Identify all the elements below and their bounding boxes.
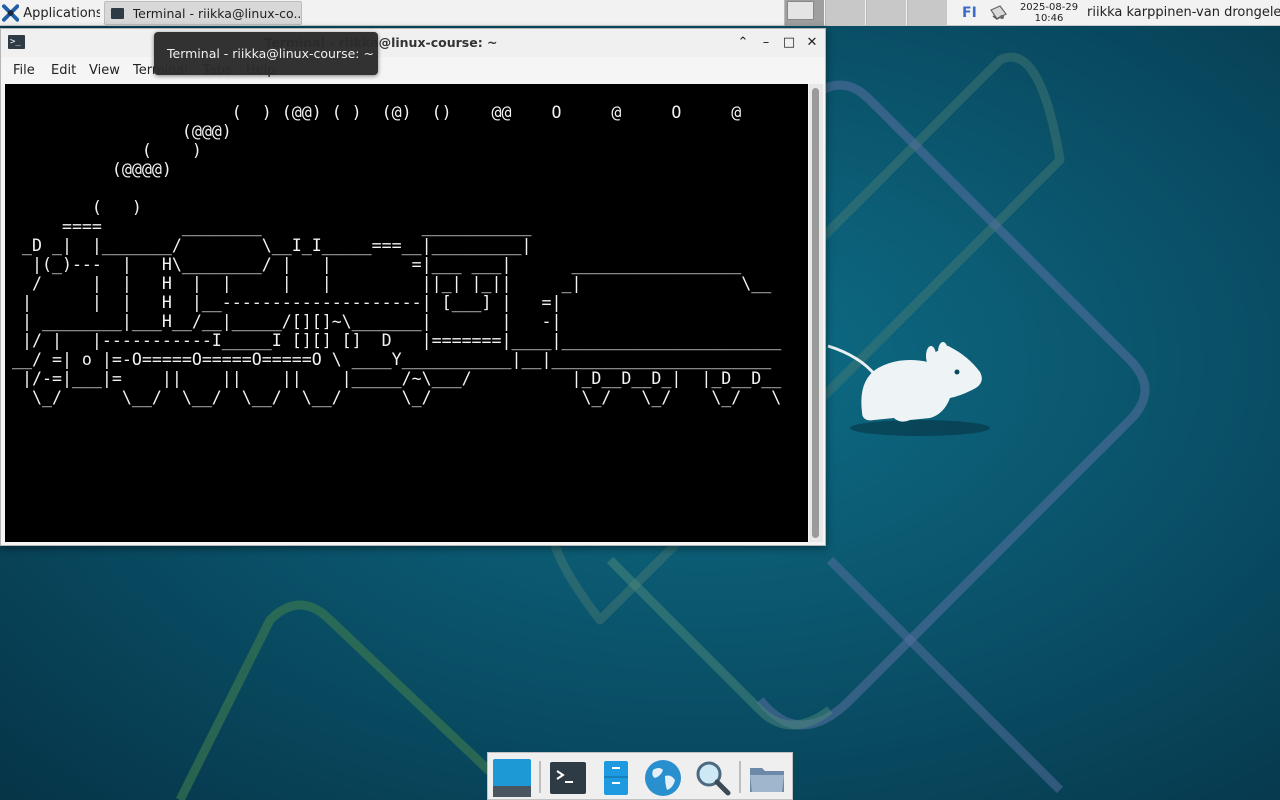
xfce-logo-icon xyxy=(2,4,20,22)
terminal-scrollbar[interactable] xyxy=(809,84,823,542)
keyboard-layout-indicator[interactable]: FI xyxy=(962,5,977,21)
terminal-output-area[interactable]: ( ) (@@) ( ) (@) () @@ O @ O @ (@@@) ( )… xyxy=(5,84,808,542)
workspace-3[interactable] xyxy=(866,0,906,26)
menu-view[interactable]: View xyxy=(89,63,120,78)
workspace-window-preview xyxy=(787,1,814,20)
terminal-icon[interactable] xyxy=(548,758,588,798)
clock[interactable]: 2025-08-29 10:46 xyxy=(1018,2,1080,24)
search-icon[interactable] xyxy=(692,758,732,798)
clock-date: 2025-08-29 xyxy=(1019,2,1079,13)
taskbar-terminal-label: Terminal - riikka@linux-co... xyxy=(132,5,301,21)
clock-time: 10:46 xyxy=(1034,13,1064,24)
bottom-dock xyxy=(487,752,793,800)
terminal-icon xyxy=(111,7,124,19)
workspace-1[interactable] xyxy=(784,0,824,26)
workspace-4[interactable] xyxy=(907,0,947,26)
xfce-mouse-logo xyxy=(827,342,990,436)
menu-file[interactable]: File xyxy=(13,63,35,78)
file-manager-icon[interactable] xyxy=(596,758,636,798)
minimize-button[interactable]: – xyxy=(757,34,775,52)
terminal-window: >_ Terminal - riikka@linux-course: ~ ⌃ –… xyxy=(0,28,826,546)
maximize-button[interactable]: □ xyxy=(780,34,798,52)
chevron-up-icon[interactable]: ⌃ xyxy=(734,34,752,52)
dock-separator xyxy=(739,761,741,793)
window-title: Terminal - riikka@linux-course: ~ xyxy=(264,35,498,50)
menu-edit[interactable]: Edit xyxy=(51,63,76,78)
close-button[interactable]: ✕ xyxy=(803,34,821,52)
network-icon[interactable] xyxy=(988,4,1008,22)
top-panel: Applications Terminal - riikka@linux-co.… xyxy=(0,0,1280,26)
workspace-2[interactable] xyxy=(825,0,865,26)
terminal-output: ( ) (@@) ( ) (@) () @@ O @ O @ (@@@) ( )… xyxy=(12,103,782,407)
user-menu[interactable]: riikka karppinen-van drongelen xyxy=(1087,5,1280,20)
web-browser-icon[interactable] xyxy=(643,758,683,798)
taskbar-terminal-button[interactable]: Terminal - riikka@linux-co... xyxy=(104,1,302,25)
show-desktop-icon[interactable] xyxy=(492,758,532,798)
dock-separator xyxy=(539,761,541,793)
applications-menu-button[interactable]: Applications xyxy=(0,0,100,26)
window-titlebar[interactable]: >_ Terminal - riikka@linux-course: ~ ⌃ –… xyxy=(1,29,825,57)
folder-icon[interactable] xyxy=(747,758,787,798)
taskbar-tooltip: Terminal - riikka@linux-course: ~ xyxy=(154,32,378,75)
scrollbar-thumb[interactable] xyxy=(812,88,819,538)
menu-bar: File Edit View Terminal Tabs Help xyxy=(1,59,825,83)
applications-label: Applications xyxy=(23,5,100,21)
